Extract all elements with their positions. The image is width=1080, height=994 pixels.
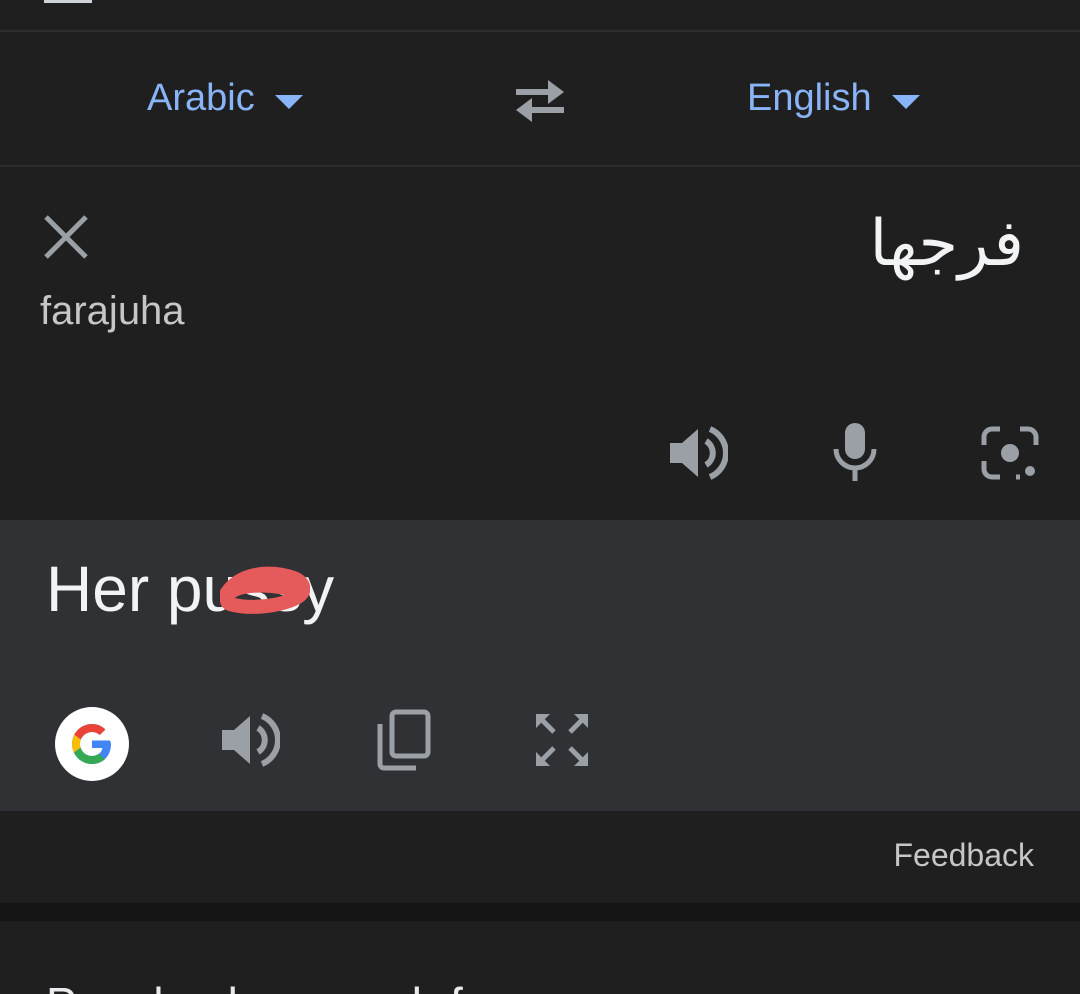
copy-icon[interactable]	[374, 708, 434, 772]
close-icon[interactable]	[40, 211, 92, 263]
top-bar	[0, 0, 1080, 30]
feedback-link[interactable]: Feedback	[893, 837, 1034, 874]
fullscreen-icon[interactable]	[532, 710, 592, 770]
google-g-icon	[72, 724, 111, 764]
target-language-dropdown[interactable]: English	[747, 32, 920, 165]
google-logo[interactable]	[55, 707, 129, 781]
source-language-label: Arabic	[147, 77, 255, 119]
swap-languages-icon[interactable]	[508, 72, 572, 128]
target-language-label: English	[747, 77, 872, 119]
source-text[interactable]: فرجها	[870, 207, 1024, 281]
menu-icon[interactable]	[44, 0, 92, 3]
camera-lens-icon[interactable]	[980, 425, 1040, 483]
speaker-icon[interactable]	[664, 421, 728, 485]
translation-panel: Her pussy	[0, 520, 1080, 811]
chevron-down-icon	[891, 94, 920, 109]
section-separator	[0, 903, 1080, 921]
footer: Feedback	[0, 811, 1080, 903]
chevron-down-icon	[274, 94, 303, 109]
language-selector-bar: Arabic English	[0, 32, 1080, 165]
microphone-icon[interactable]	[830, 421, 880, 485]
source-language-dropdown[interactable]: Arabic	[147, 32, 303, 165]
source-panel: فرجها farajuha	[0, 167, 1080, 520]
redaction-scribble	[220, 566, 310, 614]
transliteration: farajuha	[40, 289, 185, 333]
speaker-icon[interactable]	[216, 708, 280, 772]
section-title: People also search for	[46, 977, 504, 994]
people-also-search-section: People also search for	[0, 921, 1080, 994]
